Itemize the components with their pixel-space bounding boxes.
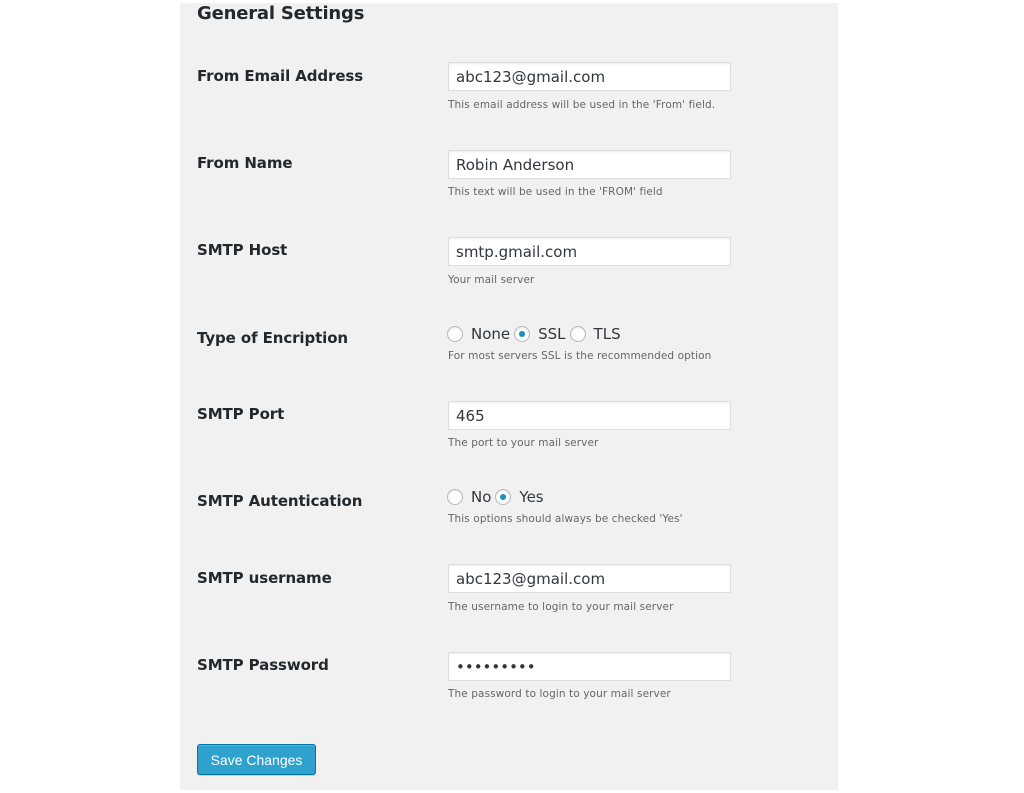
smtp-username-input[interactable] [448,564,731,593]
smtp-host-description: Your mail server [448,274,535,286]
encryption-radio-none[interactable] [447,326,463,342]
smtp-host-input[interactable] [448,237,731,266]
from-email-description: This email address will be used in the '… [448,99,716,111]
encryption-option-tls-label[interactable]: TLS [594,325,621,343]
smtp-port-description: The port to your mail server [448,437,599,449]
from-name-input[interactable] [448,150,731,179]
encryption-option-none-label[interactable]: None [471,325,510,343]
encryption-option-ssl-label[interactable]: SSL [538,325,565,343]
settings-panel: General Settings From Email Address This… [180,3,838,790]
smtp-username-label: SMTP username [197,569,332,587]
smtp-password-label: SMTP Password [197,656,329,674]
authentication-radio-yes[interactable] [495,489,512,505]
smtp-port-input[interactable] [448,401,731,430]
smtp-port-label: SMTP Port [197,405,285,423]
authentication-label: SMTP Autentication [197,492,363,510]
from-name-label: From Name [197,154,293,172]
smtp-password-description: The password to login to your mail serve… [448,688,671,700]
authentication-option-yes-label[interactable]: Yes [519,488,543,506]
encryption-label: Type of Encription [197,329,349,347]
authentication-description: This options should always be checked 'Y… [448,513,683,525]
save-changes-button[interactable]: Save Changes [197,744,316,775]
from-email-label: From Email Address [197,67,364,85]
encryption-radio-tls[interactable] [569,326,586,342]
encryption-radio-ssl[interactable] [514,326,531,342]
smtp-password-input[interactable] [448,652,731,681]
authentication-option-no-label[interactable]: No [471,488,491,506]
authentication-radio-no[interactable] [447,489,463,505]
smtp-username-description: The username to login to your mail serve… [448,601,674,613]
from-name-description: This text will be used in the 'FROM' fie… [448,186,663,198]
section-title: General Settings [197,3,365,24]
smtp-host-label: SMTP Host [197,241,288,259]
encryption-radio-group: None SSL TLS [447,325,625,343]
from-email-input[interactable] [448,62,731,91]
authentication-radio-group: No Yes [447,488,548,506]
encryption-description: For most servers SSL is the recommended … [448,350,712,362]
